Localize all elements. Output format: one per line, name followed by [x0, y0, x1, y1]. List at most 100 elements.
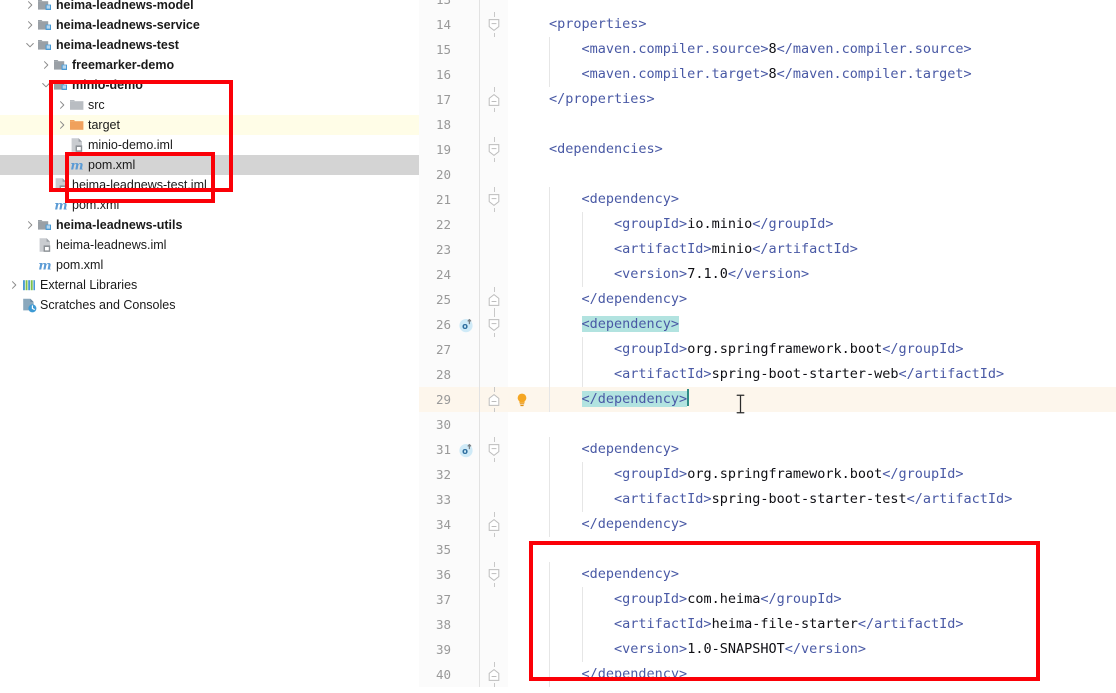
chevron-down-icon[interactable] [40, 75, 52, 95]
code-text[interactable]: </dependency> [535, 512, 1116, 537]
code-line-23[interactable]: 23 <artifactId>minio</artifactId> [419, 237, 1116, 262]
code-text[interactable]: <dependencies> [535, 137, 1116, 162]
code-line-31[interactable]: 31 o <dependency> [419, 437, 1116, 462]
fold-column[interactable] [479, 162, 508, 187]
code-text[interactable]: </dependency> [535, 662, 1116, 687]
code-line-33[interactable]: 33 <artifactId>spring-boot-starter-test<… [419, 487, 1116, 512]
fold-column[interactable] [479, 87, 508, 112]
code-line-13[interactable]: 13 [419, 0, 1116, 12]
code-line-26[interactable]: 26 o <dependency> [419, 312, 1116, 337]
code-text[interactable] [535, 412, 1116, 437]
code-line-32[interactable]: 32 <groupId>org.springframework.boot</gr… [419, 462, 1116, 487]
tree-item-freemarker-demo[interactable]: freemarker-demo [0, 55, 419, 75]
code-line-34[interactable]: 34 </dependency> [419, 512, 1116, 537]
code-line-19[interactable]: 19 <dependencies> [419, 137, 1116, 162]
lightbulb-icon[interactable] [514, 392, 530, 408]
code-text[interactable]: <maven.compiler.target>8</maven.compiler… [535, 62, 1116, 87]
code-line-27[interactable]: 27 <groupId>org.springframework.boot</gr… [419, 337, 1116, 362]
fold-start-icon[interactable] [486, 191, 502, 208]
tree-item-external-libraries[interactable]: External Libraries [0, 275, 419, 295]
fold-column[interactable] [479, 387, 508, 412]
chevron-right-icon[interactable] [24, 215, 36, 235]
code-line-35[interactable]: 35 [419, 537, 1116, 562]
code-text[interactable]: <artifactId>minio</artifactId> [535, 237, 1116, 262]
fold-column[interactable] [479, 187, 508, 212]
fold-column[interactable] [479, 12, 508, 37]
fold-column[interactable] [479, 412, 508, 437]
code-line-21[interactable]: 21 <dependency> [419, 187, 1116, 212]
fold-end-icon[interactable] [486, 291, 502, 308]
fold-end-icon[interactable] [486, 391, 502, 408]
code-text[interactable]: <maven.compiler.source>8</maven.compiler… [535, 37, 1116, 62]
code-text[interactable]: <dependency> [535, 187, 1116, 212]
code-line-20[interactable]: 20 [419, 162, 1116, 187]
fold-start-icon[interactable] [486, 16, 502, 33]
fold-column[interactable] [479, 137, 508, 162]
chevron-right-icon[interactable] [40, 55, 52, 75]
tree-item-heima-leadnews-utils[interactable]: heima-leadnews-utils [0, 215, 419, 235]
code-line-18[interactable]: 18 [419, 112, 1116, 137]
code-text[interactable]: <artifactId>spring-boot-starter-web</art… [535, 362, 1116, 387]
code-line-25[interactable]: 25 </dependency> [419, 287, 1116, 312]
fold-column[interactable] [479, 512, 508, 537]
fold-column[interactable] [479, 587, 508, 612]
fold-end-icon[interactable] [486, 666, 502, 683]
fold-column[interactable] [479, 62, 508, 87]
tree-item-heima-leadnews-test-iml[interactable]: heima-leadnews-test.iml [0, 175, 419, 195]
tree-item-minio-demo[interactable]: minio-demo [0, 75, 419, 95]
fold-column[interactable] [479, 262, 508, 287]
project-tool-window[interactable]: heima-leadnews-model heima-leadnews-servi… [0, 0, 419, 693]
code-text[interactable]: <version>7.1.0</version> [535, 262, 1116, 287]
tree-item-pom-xml[interactable]: m pom.xml [0, 195, 419, 215]
code-text[interactable]: <version>1.0-SNAPSHOT</version> [535, 637, 1116, 662]
fold-column[interactable] [479, 562, 508, 587]
fold-end-icon[interactable] [486, 91, 502, 108]
tree-item-pom-xml[interactable]: m pom.xml [0, 255, 419, 275]
fold-column[interactable] [479, 612, 508, 637]
fold-column[interactable] [479, 0, 508, 12]
fold-end-icon[interactable] [486, 516, 502, 533]
fold-column[interactable] [479, 637, 508, 662]
code-line-38[interactable]: 38 <artifactId>heima-file-starter</artif… [419, 612, 1116, 637]
fold-column[interactable] [479, 287, 508, 312]
code-line-28[interactable]: 28 <artifactId>spring-boot-starter-web</… [419, 362, 1116, 387]
code-line-14[interactable]: 14 <properties> [419, 12, 1116, 37]
code-editor[interactable]: 13 14 <properties> 15 <maven.compiler.sourc… [419, 0, 1116, 693]
fold-column[interactable] [479, 362, 508, 387]
code-text[interactable]: <artifactId>spring-boot-starter-test</ar… [535, 487, 1116, 512]
code-line-15[interactable]: 15 <maven.compiler.source>8</maven.compi… [419, 37, 1116, 62]
tree-item-minio-demo-iml[interactable]: minio-demo.iml [0, 135, 419, 155]
chevron-right-icon[interactable] [24, 15, 36, 35]
code-text[interactable]: <dependency> [535, 562, 1116, 587]
tree-item-target[interactable]: target [0, 115, 419, 135]
maven-dependency-icon[interactable]: o [455, 314, 477, 335]
code-text[interactable] [535, 162, 1116, 187]
code-line-29[interactable]: 29 </dependency> [419, 387, 1116, 412]
code-text[interactable]: <properties> [535, 12, 1116, 37]
fold-column[interactable] [479, 112, 508, 137]
chevron-right-icon[interactable] [56, 95, 68, 115]
code-text[interactable] [535, 0, 1116, 12]
code-line-36[interactable]: 36 <dependency> [419, 562, 1116, 587]
fold-column[interactable] [479, 537, 508, 562]
code-line-30[interactable]: 30 [419, 412, 1116, 437]
code-text[interactable]: <artifactId>heima-file-starter</artifact… [535, 612, 1116, 637]
code-line-40[interactable]: 40 </dependency> [419, 662, 1116, 687]
fold-start-icon[interactable] [486, 316, 502, 333]
fold-start-icon[interactable] [486, 566, 502, 583]
fold-column[interactable] [479, 237, 508, 262]
fold-column[interactable] [479, 37, 508, 62]
code-text[interactable]: <groupId>org.springframework.boot</group… [535, 462, 1116, 487]
chevron-right-icon[interactable] [24, 0, 36, 15]
code-line-22[interactable]: 22 <groupId>io.minio</groupId> [419, 212, 1116, 237]
code-line-16[interactable]: 16 <maven.compiler.target>8</maven.compi… [419, 62, 1116, 87]
fold-column[interactable] [479, 662, 508, 687]
fold-column[interactable] [479, 337, 508, 362]
chevron-down-icon[interactable] [24, 35, 36, 55]
code-text[interactable] [535, 112, 1116, 137]
code-line-39[interactable]: 39 <version>1.0-SNAPSHOT</version> [419, 637, 1116, 662]
code-text[interactable] [535, 537, 1116, 562]
tree-item-scratches-and-consoles[interactable]: Scratches and Consoles [0, 295, 419, 315]
code-line-17[interactable]: 17 </properties> [419, 87, 1116, 112]
tree-item-heima-leadnews-test[interactable]: heima-leadnews-test [0, 35, 419, 55]
